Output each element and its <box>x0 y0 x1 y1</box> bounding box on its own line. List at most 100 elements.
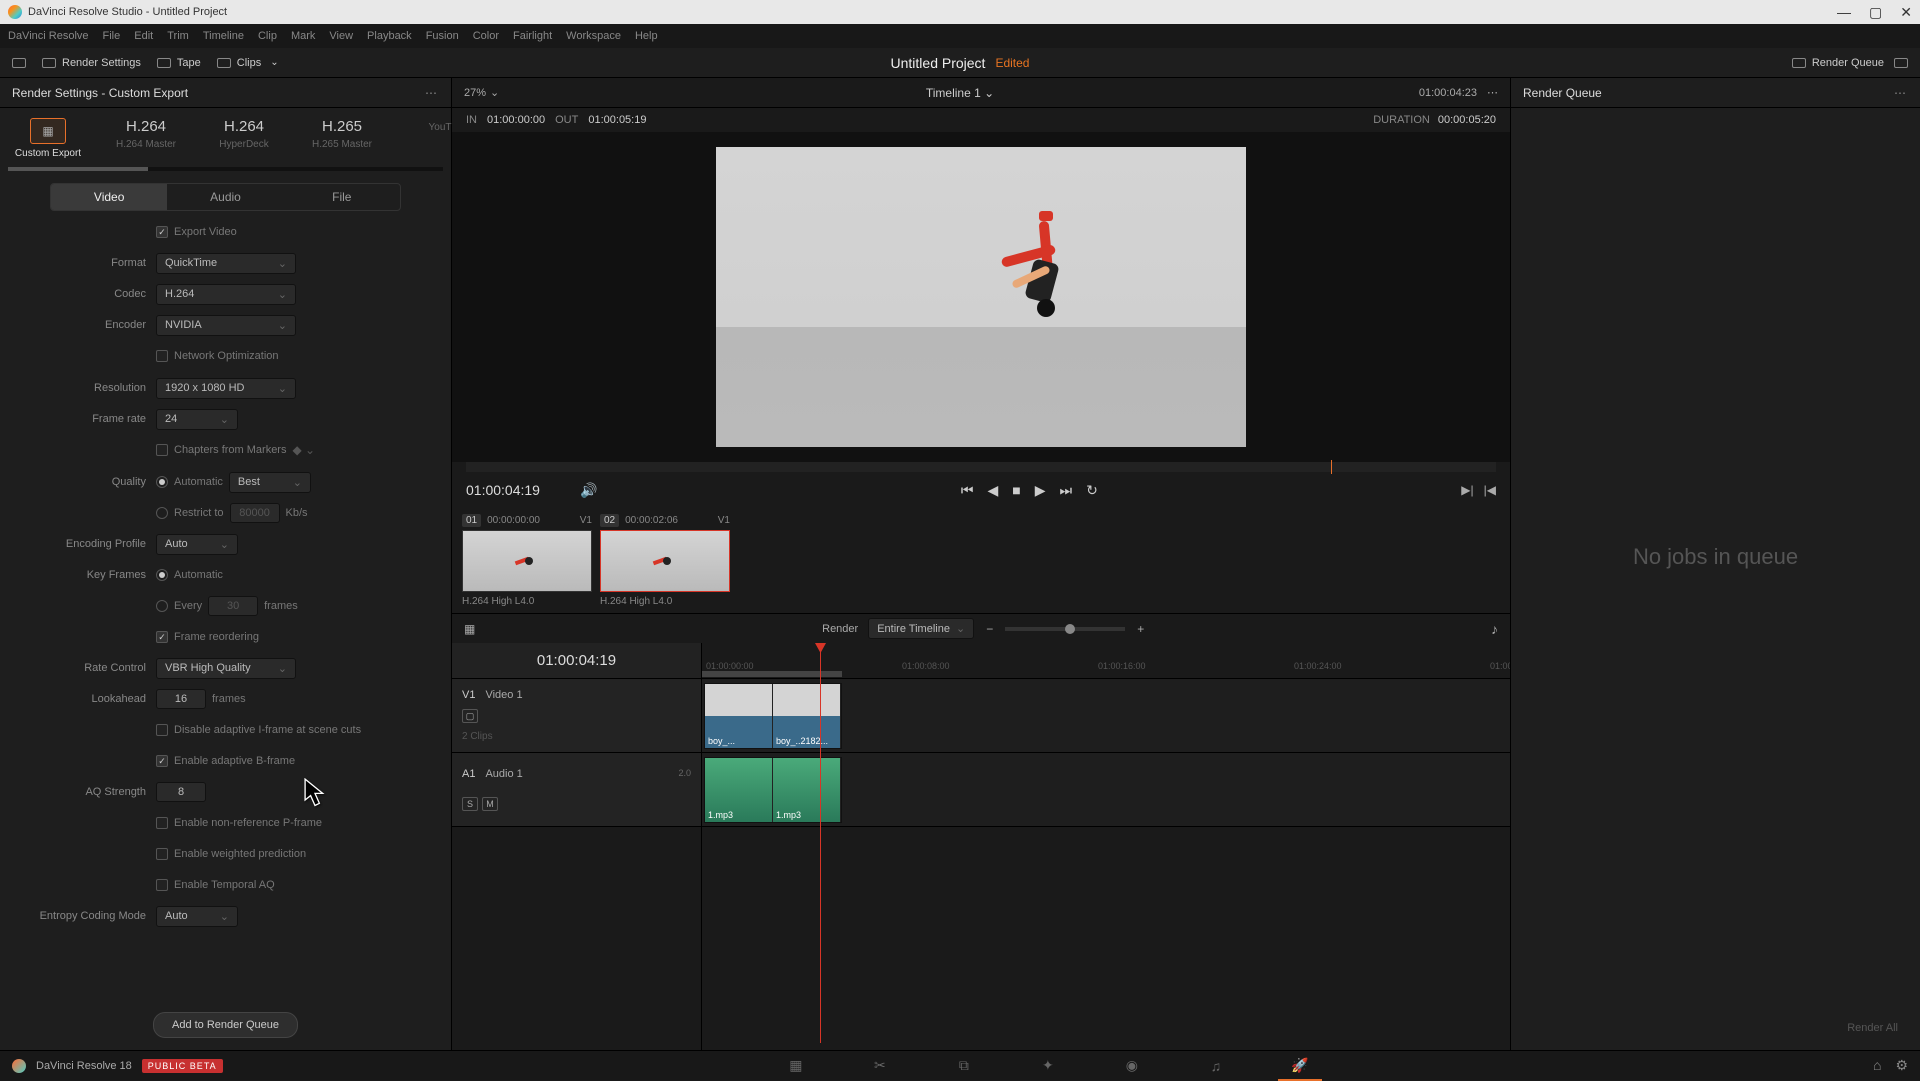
expand-button[interactable] <box>1894 58 1908 68</box>
render-queue-button[interactable]: Render Queue <box>1792 57 1884 69</box>
viewer-menu-icon[interactable]: ⋯ <box>1487 86 1498 99</box>
menu-mark[interactable]: Mark <box>291 30 315 42</box>
preset-custom[interactable]: ▦Custom Export <box>8 118 88 159</box>
video-track-lane[interactable]: boy_... boy_..2182... <box>702 679 1510 753</box>
restrict-input[interactable]: 80000 <box>230 503 280 523</box>
prev-frame-button[interactable]: ◀ <box>987 482 998 499</box>
track-display-icon[interactable]: ▢ <box>462 709 478 723</box>
export-video-checkbox[interactable] <box>156 226 168 238</box>
framerate-select[interactable]: 24 <box>156 409 238 430</box>
render-all-button[interactable]: Render All <box>1523 1018 1908 1038</box>
clip-card-1[interactable]: 0100:00:00:00V1 H.264 High L4.0 <box>462 514 592 607</box>
reorder-checkbox[interactable] <box>156 631 168 643</box>
audio-track-header[interactable]: A1Audio 12.0 SM <box>452 753 701 827</box>
video-viewer[interactable] <box>452 132 1510 462</box>
deliver-page-icon[interactable]: 🚀 <box>1288 1057 1312 1075</box>
playhead[interactable] <box>820 643 821 1043</box>
queue-menu-icon[interactable]: ⋯ <box>1894 86 1908 100</box>
monitor-button[interactable] <box>12 58 26 68</box>
minimize-button[interactable]: — <box>1837 4 1851 21</box>
maximize-button[interactable]: ▢ <box>1869 4 1882 21</box>
settings-gear-icon[interactable]: ⚙ <box>1895 1057 1908 1074</box>
clips-button[interactable]: Clips <box>217 57 279 69</box>
speaker-icon[interactable]: 🔊 <box>580 482 597 499</box>
netopt-checkbox[interactable] <box>156 350 168 362</box>
home-icon[interactable]: ⌂ <box>1873 1057 1881 1074</box>
chapters-checkbox[interactable] <box>156 444 168 456</box>
zoom-dropdown[interactable]: 27%⌄ <box>464 86 499 99</box>
next-clip-button[interactable]: ▶| <box>1461 483 1473 497</box>
first-frame-button[interactable]: ⏮ <box>961 482 974 499</box>
resolution-select[interactable]: 1920 x 1080 HD <box>156 378 296 399</box>
preset-h264-master[interactable]: H.264H.264 Master <box>106 118 186 159</box>
last-frame-button[interactable]: ⏭ <box>1060 482 1073 499</box>
aq-input[interactable]: 8 <box>156 782 206 802</box>
render-scope-select[interactable]: Entire Timeline <box>868 618 974 639</box>
encprofile-select[interactable]: Auto <box>156 534 238 555</box>
clip-card-2[interactable]: 0200:00:02:06V1 H.264 High L4.0 <box>600 514 730 607</box>
thumbnail-view-icon[interactable]: ▦ <box>464 622 475 636</box>
menu-timeline[interactable]: Timeline <box>203 30 244 42</box>
lookahead-input[interactable]: 16 <box>156 689 206 709</box>
encoder-select[interactable]: NVIDIA <box>156 315 296 336</box>
menu-trim[interactable]: Trim <box>167 30 189 42</box>
mute-button[interactable]: M <box>482 797 498 811</box>
ratecontrol-select[interactable]: VBR High Quality <box>156 658 296 679</box>
format-select[interactable]: QuickTime <box>156 253 296 274</box>
menu-view[interactable]: View <box>329 30 353 42</box>
fairlight-page-icon[interactable]: ♫ <box>1204 1057 1228 1075</box>
preset-scrollbar[interactable] <box>8 167 443 171</box>
media-page-icon[interactable]: ▦ <box>784 1057 808 1075</box>
menu-playback[interactable]: Playback <box>367 30 412 42</box>
nonref-p-checkbox[interactable] <box>156 817 168 829</box>
codec-select[interactable]: H.264 <box>156 284 296 305</box>
fusion-page-icon[interactable]: ✦ <box>1036 1057 1060 1075</box>
tape-button[interactable]: Tape <box>157 57 201 69</box>
temporal-aq-checkbox[interactable] <box>156 879 168 891</box>
color-page-icon[interactable]: ◉ <box>1120 1057 1144 1075</box>
quality-select[interactable]: Best <box>229 472 311 493</box>
scrub-bar[interactable] <box>466 462 1496 472</box>
keyframe-auto-radio[interactable] <box>156 569 168 581</box>
menu-fairlight[interactable]: Fairlight <box>513 30 552 42</box>
menu-color[interactable]: Color <box>473 30 499 42</box>
enable-bframe-checkbox[interactable] <box>156 755 168 767</box>
weighted-pred-checkbox[interactable] <box>156 848 168 860</box>
edit-page-icon[interactable]: ⧉ <box>952 1057 976 1075</box>
quality-auto-radio[interactable] <box>156 476 168 488</box>
menu-help[interactable]: Help <box>635 30 658 42</box>
tab-audio[interactable]: Audio <box>167 184 283 210</box>
menu-file[interactable]: File <box>103 30 121 42</box>
timeline-name-dropdown[interactable]: Timeline 1 ⌄ <box>926 86 994 100</box>
entropy-select[interactable]: Auto <box>156 906 238 927</box>
tab-video[interactable]: Video <box>51 184 167 210</box>
add-to-queue-button[interactable]: Add to Render Queue <box>153 1012 298 1038</box>
video-track-header[interactable]: V1Video 1 ▢ 2 Clips <box>452 679 701 753</box>
render-settings-button[interactable]: Render Settings <box>42 57 141 69</box>
preset-hyperdeck[interactable]: H.264HyperDeck <box>204 118 284 159</box>
zoom-out-button[interactable]: − <box>986 622 993 636</box>
disable-iframe-checkbox[interactable] <box>156 724 168 736</box>
tab-file[interactable]: File <box>284 184 400 210</box>
menu-edit[interactable]: Edit <box>134 30 153 42</box>
music-icon[interactable]: ♪ <box>1491 621 1498 637</box>
keyframe-every-radio[interactable] <box>156 600 168 612</box>
menu-davinci[interactable]: DaVinci Resolve <box>8 30 89 42</box>
close-button[interactable]: ✕ <box>1900 4 1912 21</box>
menu-workspace[interactable]: Workspace <box>566 30 621 42</box>
timeline-ruler[interactable]: 01:00:00:00 01:00:08:00 01:00:16:00 01:0… <box>702 643 1510 679</box>
loop-button[interactable]: ↻ <box>1086 482 1098 499</box>
panel-menu-icon[interactable]: ⋯ <box>425 86 439 100</box>
play-button[interactable]: ▶ <box>1035 482 1046 499</box>
menu-clip[interactable]: Clip <box>258 30 277 42</box>
audio-track-lane[interactable]: 1.mp3 1.mp3 <box>702 753 1510 827</box>
zoom-in-button[interactable]: + <box>1137 622 1144 636</box>
zoom-slider[interactable] <box>1005 627 1125 631</box>
cut-page-icon[interactable]: ✂ <box>868 1057 892 1075</box>
every-input[interactable]: 30 <box>208 596 258 616</box>
stop-button[interactable]: ■ <box>1012 482 1020 499</box>
menu-fusion[interactable]: Fusion <box>426 30 459 42</box>
quality-restrict-radio[interactable] <box>156 507 168 519</box>
preset-h265[interactable]: H.265H.265 Master <box>302 118 382 159</box>
prev-clip-button[interactable]: |◀ <box>1484 483 1496 497</box>
